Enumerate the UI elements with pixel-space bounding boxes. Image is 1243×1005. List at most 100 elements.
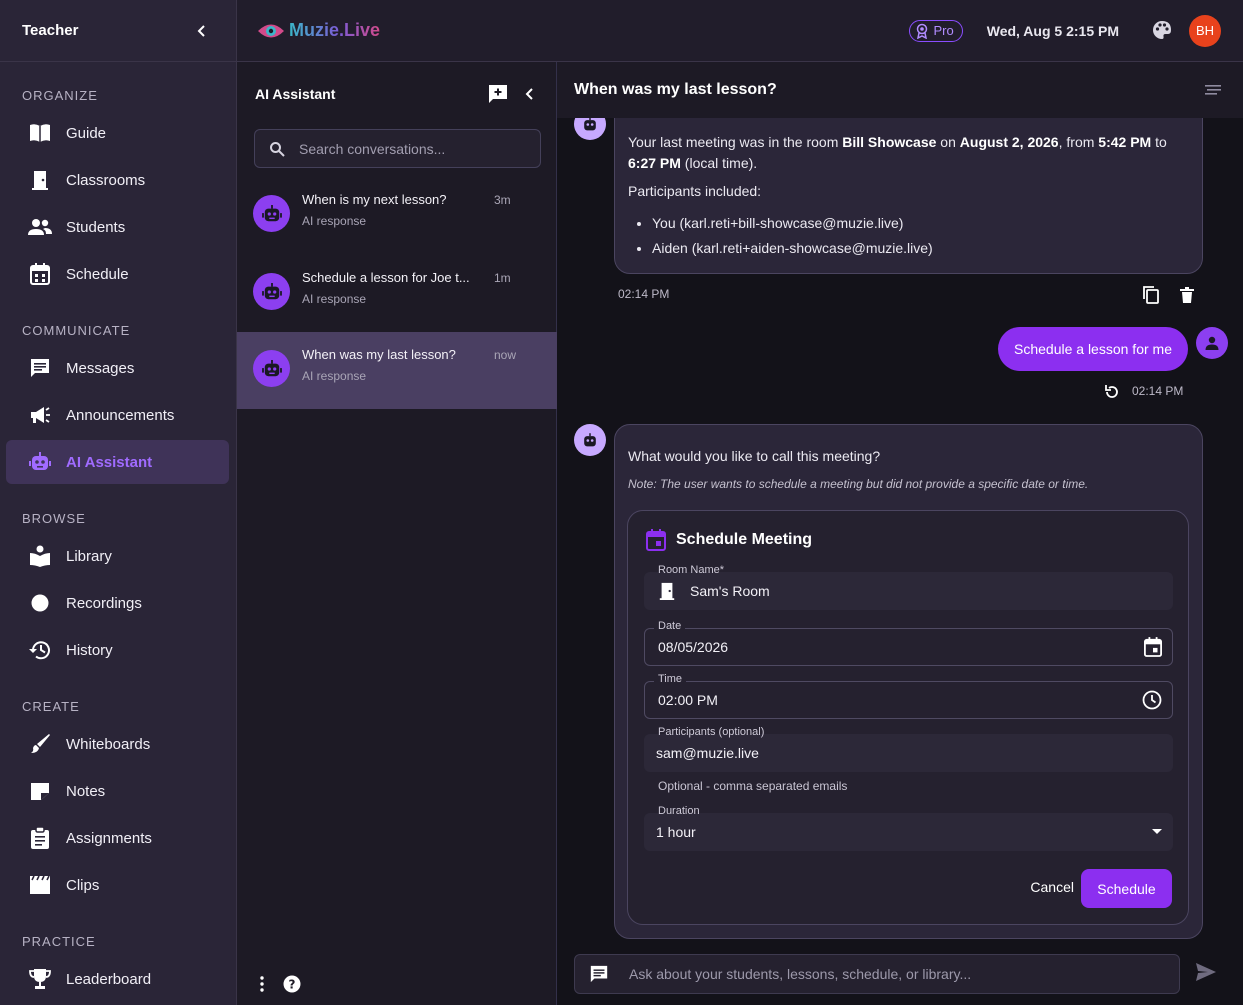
people-icon [28, 215, 52, 239]
collapse-sidebar-button[interactable] [190, 19, 214, 43]
nav-guide[interactable]: Guide [6, 111, 229, 155]
door-icon [659, 582, 675, 600]
conversation-item[interactable]: When is my next lesson? AI response 3m [237, 177, 557, 254]
nav-library[interactable]: Library [6, 534, 229, 578]
robot-icon [584, 116, 596, 130]
room-name-value: Sam's Room [690, 583, 770, 599]
book-icon [28, 121, 52, 145]
participants-field[interactable]: Participants (optional) sam@muzie.live [644, 726, 1173, 772]
conversation-subtitle: AI response [302, 292, 367, 306]
calendar-icon [1144, 637, 1162, 657]
conversation-subtitle: AI response [302, 214, 367, 228]
logo[interactable]: Muzie.Live [257, 20, 380, 41]
help-button[interactable]: ? [283, 975, 301, 993]
conversation-time: 1m [494, 271, 511, 285]
section-practice: PRACTICE [22, 934, 96, 949]
nav-whiteboards-label: Whiteboards [66, 735, 151, 753]
nav-messages-label: Messages [66, 359, 135, 377]
retry-button[interactable] [1100, 380, 1124, 404]
nav-ai-assistant[interactable]: AI Assistant [6, 440, 229, 484]
bot-avatar [253, 350, 290, 387]
search-box [254, 129, 541, 168]
lines-icon [1205, 85, 1221, 95]
date-label: Date [654, 620, 686, 632]
pro-label: Pro [933, 23, 954, 38]
message-icon [590, 965, 608, 983]
message-timestamp: 02:14 PM [618, 287, 670, 301]
nav-recordings[interactable]: Recordings [6, 581, 229, 625]
room-name-field[interactable]: Room Name* Sam's Room [644, 564, 1173, 610]
logo-text: Muzie.Live [289, 20, 381, 40]
copy-icon [1143, 286, 1159, 304]
chat-menu-button[interactable] [1205, 85, 1221, 95]
robot-icon [261, 282, 282, 299]
nav-whiteboards[interactable]: Whiteboards [6, 722, 229, 766]
duration-select[interactable]: Duration 1 hour [644, 805, 1173, 851]
duration-label: Duration [658, 805, 700, 817]
nav-clips[interactable]: Clips [6, 863, 229, 907]
collapse-conversations-button[interactable] [522, 86, 538, 102]
time-label: Time [654, 673, 687, 685]
section-browse: BROWSE [22, 511, 86, 526]
caret-down-icon [1152, 829, 1162, 834]
new-chat-button[interactable] [488, 84, 508, 104]
delete-button[interactable] [1175, 283, 1199, 307]
date-text: August 2, 2026 [959, 134, 1059, 150]
participants-heading: Participants included: [628, 183, 762, 199]
conversation-title: When was my last lesson? [302, 347, 456, 362]
search-input[interactable] [299, 140, 529, 157]
schedule-button[interactable]: Schedule [1081, 869, 1172, 908]
ai-message: Your last meeting was in the room Bill S… [614, 102, 1203, 274]
clock-icon [1142, 690, 1162, 710]
nav-history[interactable]: History [6, 628, 229, 672]
dropdown-arrow [1152, 829, 1162, 835]
cancel-button[interactable]: Cancel [1030, 879, 1074, 895]
chevron-left-icon [197, 24, 205, 37]
date-picker-button[interactable] [1144, 637, 1162, 657]
time-value: 02:00 PM [658, 692, 718, 708]
nav-messages[interactable]: Messages [6, 346, 229, 390]
nav-announcements[interactable]: Announcements [6, 393, 229, 437]
message-input[interactable] [629, 966, 1169, 982]
pro-badge[interactable]: Pro [908, 19, 963, 42]
bot-avatar [574, 424, 606, 456]
card-title-text: Schedule Meeting [676, 531, 813, 548]
conversation-item-active[interactable]: When was my last lesson? AI response now [237, 332, 557, 409]
nav-assignments-label: Assignments [66, 829, 152, 847]
nav-leaderboard[interactable]: Leaderboard [6, 957, 229, 1001]
clapperboard-icon [28, 873, 52, 897]
search-icon [270, 141, 285, 157]
nav-students[interactable]: Students [6, 205, 229, 249]
calendar-icon [646, 529, 666, 551]
date-field[interactable]: Date 08/05/2026 [644, 620, 1173, 666]
note-icon [28, 779, 52, 803]
bot-avatar [253, 273, 290, 310]
note-text: Note: The user wants to schedule a meeti… [628, 477, 1089, 491]
section-create: CREATE [22, 699, 80, 714]
time-field[interactable]: Time 02:00 PM [644, 673, 1173, 719]
user-avatar[interactable]: BH [1189, 14, 1221, 47]
nav-classrooms[interactable]: Classrooms [6, 158, 229, 202]
more-options-button[interactable] [259, 976, 265, 992]
top-bar: Muzie.Live Pro Wed, Aug 5 2:15 PM BH [237, 0, 1243, 62]
svg-text:?: ? [289, 978, 296, 992]
megaphone-icon [28, 403, 52, 427]
nav-notes[interactable]: Notes [6, 769, 229, 813]
send-button[interactable] [1195, 962, 1217, 982]
copy-button[interactable] [1139, 283, 1163, 307]
eye-logo-icon [258, 24, 284, 37]
sidebar: Teacher ORGANIZE Guide Classrooms Studen… [0, 0, 237, 1005]
nav-assignments[interactable]: Assignments [6, 816, 229, 860]
chat-title: When was my last lesson? [574, 81, 777, 98]
nav-schedule[interactable]: Schedule [6, 252, 229, 296]
composer [574, 954, 1180, 994]
theme-palette-button[interactable] [1151, 19, 1175, 43]
time-picker-button[interactable] [1142, 690, 1162, 710]
card-title: Schedule Meeting [646, 529, 812, 551]
conversation-item[interactable]: Schedule a lesson for Joe t... AI respon… [237, 255, 557, 332]
chat-header: When was my last lesson? [557, 62, 1243, 118]
conversation-subtitle: AI response [302, 369, 367, 383]
conversation-time: now [494, 348, 517, 362]
robot-icon [584, 432, 596, 446]
duration-value: 1 hour [656, 824, 696, 840]
